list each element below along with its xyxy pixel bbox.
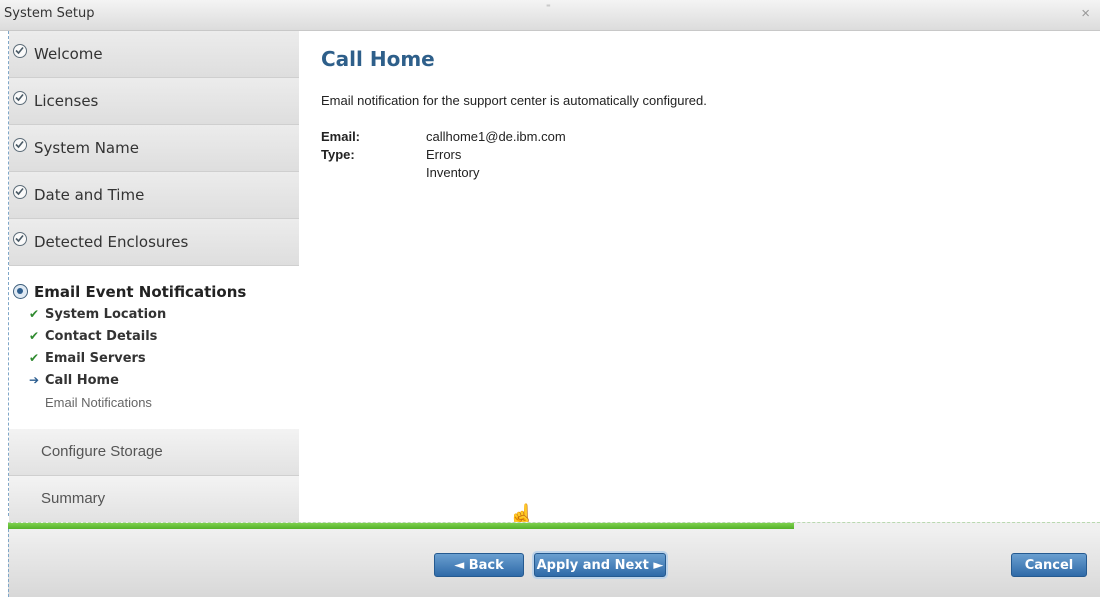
content-panel: Call Home Email notification for the sup… [300, 31, 1095, 521]
step-summary[interactable]: Summary [9, 476, 299, 523]
checkmark-icon: ✔ [29, 329, 40, 343]
substep-email-notifications: Email Notifications [45, 395, 152, 410]
progress-bar [8, 522, 1100, 529]
step-label: Licenses [34, 92, 99, 110]
page-title: Call Home [321, 47, 435, 71]
step-detected-enclosures[interactable]: Detected Enclosures [9, 219, 299, 266]
system-setup-window: System Setup ⁼ × Welcome Licenses System… [0, 0, 1100, 597]
step-label: Summary [41, 490, 106, 507]
substep-label: Email Notifications [45, 395, 152, 410]
step-label: Welcome [34, 45, 103, 63]
substep-label: System Location [45, 307, 167, 322]
step-date-and-time[interactable]: Date and Time [9, 172, 299, 219]
step-label: Date and Time [34, 186, 145, 204]
check-circle-icon [13, 44, 27, 58]
apply-and-next-button[interactable]: Apply and Next ► [534, 553, 666, 577]
radio-active-icon [13, 284, 28, 299]
back-button[interactable]: ◄ Back [434, 553, 524, 577]
step-label: Configure Storage [41, 443, 163, 460]
footer-bar: ◄ Back Apply and Next ► Cancel [8, 529, 1100, 597]
step-configure-storage[interactable]: Configure Storage [9, 429, 299, 476]
substep-label: Email Servers [45, 351, 146, 366]
intro-text: Email notification for the support cente… [321, 93, 707, 108]
email-value: callhome1@de.ibm.com [426, 129, 566, 144]
check-circle-icon [13, 185, 27, 199]
window-title: System Setup [4, 6, 95, 21]
step-welcome[interactable]: Welcome [9, 31, 299, 78]
substep-label: Contact Details [45, 329, 158, 344]
check-circle-icon [13, 232, 27, 246]
grip-icon: ⁼ [546, 2, 551, 12]
type-value-errors: Errors [426, 147, 462, 162]
email-label: Email: [321, 129, 361, 144]
substep-email-servers[interactable]: ✔ Email Servers [29, 351, 146, 366]
checkmark-icon: ✔ [29, 307, 40, 321]
step-licenses[interactable]: Licenses [9, 78, 299, 125]
step-system-name[interactable]: System Name [9, 125, 299, 172]
checkmark-icon: ✔ [29, 351, 40, 365]
step-label: Detected Enclosures [34, 233, 189, 251]
substep-contact-details[interactable]: ✔ Contact Details [29, 329, 157, 344]
cancel-button[interactable]: Cancel [1011, 553, 1087, 577]
active-step-label: Email Event Notifications [34, 283, 247, 301]
type-value-inventory: Inventory [426, 165, 480, 180]
step-label: System Name [34, 139, 139, 157]
step-email-event-notifications: Email Event Notifications ✔ System Locati… [9, 268, 301, 423]
substep-call-home[interactable]: ➔ Call Home [29, 373, 119, 388]
title-bar[interactable]: System Setup ⁼ × [0, 0, 1100, 31]
type-label: Type: [321, 147, 355, 162]
check-circle-icon [13, 91, 27, 105]
arrow-right-icon: ➔ [29, 373, 40, 387]
check-circle-icon [13, 138, 27, 152]
wizard-steps-sidebar: Welcome Licenses System Name Date and Ti… [8, 31, 301, 523]
substep-label: Call Home [45, 373, 119, 388]
substep-system-location[interactable]: ✔ System Location [29, 307, 166, 322]
close-icon[interactable]: × [1081, 5, 1090, 22]
